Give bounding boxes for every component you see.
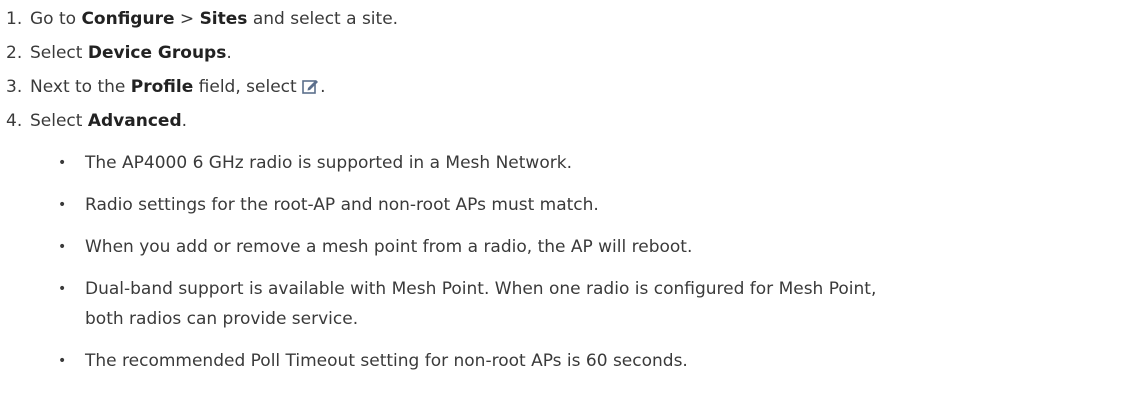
advanced-label: Advanced xyxy=(87,111,182,131)
bullet-icon: • xyxy=(58,353,67,369)
step-4: 4. Select Advanced. xyxy=(0,106,187,136)
configure-menu-label: Configure xyxy=(81,9,175,29)
step-number: 2. xyxy=(6,43,23,63)
step-2: 2. Select Device Groups. xyxy=(0,38,232,68)
sites-menu-label: Sites xyxy=(199,9,248,29)
step-number: 3. xyxy=(6,77,23,97)
step-1: 1. Go to Configure > Sites and select a s… xyxy=(0,4,398,34)
bullet-icon: • xyxy=(58,155,67,171)
edit-icon xyxy=(302,74,320,94)
step-number: 4. xyxy=(6,111,23,131)
step-number: 1. xyxy=(6,9,23,29)
profile-field-label: Profile xyxy=(130,77,194,97)
bullet-icon: • xyxy=(58,197,67,213)
device-groups-label: Device Groups xyxy=(87,43,227,63)
document-page: 1. Go to Configure > Sites and select a s… xyxy=(0,0,1130,409)
bullet-icon: • xyxy=(58,281,67,297)
bullet-icon: • xyxy=(58,239,67,255)
step-3: 3. Next to the Profile field, select . xyxy=(0,72,325,102)
